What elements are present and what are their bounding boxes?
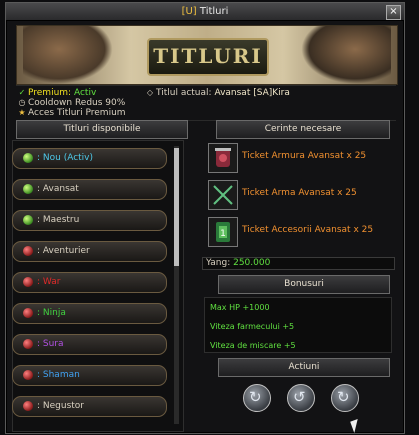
action-button-3[interactable]: ↻ <box>331 384 359 412</box>
rotate-icon: ↻ <box>249 388 262 406</box>
requirements-panel: Ticket Armura Avansat x 25 Ticket Arma A… <box>208 140 388 250</box>
action-button-1[interactable]: ↻ <box>243 384 271 412</box>
requirement-row: Ticket Arma Avansat x 25 <box>208 177 388 211</box>
weapon-icon[interactable] <box>208 180 238 210</box>
actions-header: Actiuni <box>218 358 390 377</box>
requirement-text: Ticket Arma Avansat x 25 <box>242 188 357 198</box>
banner-logo: TITLURI <box>147 38 269 76</box>
premium-status: ✓ Premium: Activ <box>18 88 97 98</box>
status-dot-red-icon <box>23 246 33 256</box>
title-item[interactable]: : Sura <box>12 334 167 355</box>
current-title-value: Avansat [SA]Kira <box>214 88 290 98</box>
premium-value: Activ <box>73 88 97 98</box>
cooldown-text: Cooldown Redus 90% <box>28 98 126 108</box>
title-item-label: : Aventurier <box>37 246 90 256</box>
yang-cost: Yang: 250.000 <box>202 257 395 270</box>
star-icon: ★ <box>18 108 26 117</box>
rotate-icon: ↻ <box>337 388 350 406</box>
title-item[interactable]: : Aventurier <box>12 241 167 262</box>
title-item[interactable]: : Avansat <box>12 179 167 200</box>
title-item-label: : Avansat <box>37 184 79 194</box>
window-code: [U] <box>181 6 197 17</box>
acces-line: ★ Acces Titluri Premium <box>18 108 126 118</box>
yang-label: Yang: <box>206 258 231 268</box>
title-item-label: : Nou (Activ) <box>37 153 94 163</box>
bonus-line: Viteza farmecului +5 <box>210 322 295 331</box>
clock-icon: ◷ <box>18 98 26 107</box>
title-item[interactable]: : Negustor <box>12 396 167 417</box>
status-dot-green-icon <box>23 215 33 225</box>
titles-scrollbar[interactable] <box>174 146 179 424</box>
title-item-label: : Sura <box>37 339 64 349</box>
status-dot-red-icon <box>23 308 33 318</box>
banner: TITLURI <box>16 25 398 85</box>
available-titles-header: Titluri disponibile <box>16 120 188 139</box>
bonus-line: Viteza de miscare +5 <box>210 341 296 350</box>
info-bar: ✓ Premium: Activ ◷ Cooldown Redus 90% ★ Acc… <box>16 85 396 121</box>
bonuses-header: Bonusuri <box>218 275 390 294</box>
status-dot-red-icon <box>23 339 33 349</box>
banner-figure-left <box>23 26 113 84</box>
bonus-line: Max HP +1000 <box>210 303 270 312</box>
title-item-label: : Negustor <box>37 401 85 411</box>
acces-text: Acces Titluri Premium <box>28 108 126 118</box>
current-title-label: Titlul actual: <box>156 88 212 98</box>
requirement-text: Ticket Accesorii Avansat x 25 <box>242 225 374 235</box>
svg-text:1: 1 <box>220 229 226 239</box>
cooldown-line: ◷ Cooldown Redus 90% <box>18 98 126 108</box>
title-item[interactable]: : Maestru <box>12 210 167 231</box>
scrollbar-thumb[interactable] <box>174 148 179 266</box>
title-bar[interactable]: [U] Titluri × <box>6 3 404 21</box>
status-dot-green-icon <box>23 153 33 163</box>
title-item-label: : Maestru <box>37 215 80 225</box>
close-button[interactable]: × <box>386 5 401 20</box>
requirements-header: Cerinte necesare <box>216 120 390 139</box>
bonuses-panel: Max HP +1000 Viteza farmecului +5 Viteza… <box>204 297 392 353</box>
window-title: Titluri <box>199 6 229 17</box>
title-item-label: : Shaman <box>37 370 80 380</box>
rotate-icon: ↺ <box>293 388 306 406</box>
requirement-row: Ticket Armura Avansat x 25 <box>208 140 388 174</box>
title-item[interactable]: : Shaman <box>12 365 167 386</box>
requirement-text: Ticket Armura Avansat x 25 <box>242 151 367 161</box>
title-item[interactable]: : Nou (Activ) <box>12 148 167 169</box>
title-item[interactable]: : Ninja <box>12 303 167 324</box>
yang-value: 250.000 <box>233 258 271 268</box>
title-item-label: : Ninja <box>37 308 66 318</box>
armor-icon[interactable] <box>208 143 238 173</box>
title-item[interactable]: : War <box>12 272 167 293</box>
action-button-2[interactable]: ↺ <box>287 384 315 412</box>
premium-label: Premium: <box>28 88 72 98</box>
accessory-icon[interactable]: 1 <box>208 217 238 247</box>
requirement-row: 1 Ticket Accesorii Avansat x 25 <box>208 214 388 248</box>
status-dot-red-icon <box>23 370 33 380</box>
status-dot-green-icon <box>23 184 33 194</box>
status-dot-red-icon <box>23 277 33 287</box>
tag-icon: ◇ <box>146 88 154 97</box>
check-icon: ✓ <box>18 88 26 97</box>
banner-figure-right <box>301 26 391 84</box>
current-title: ◇ Titlul actual: Avansat [SA]Kira <box>146 88 290 98</box>
title-item-label: : War <box>37 277 61 287</box>
status-dot-red-icon <box>23 401 33 411</box>
